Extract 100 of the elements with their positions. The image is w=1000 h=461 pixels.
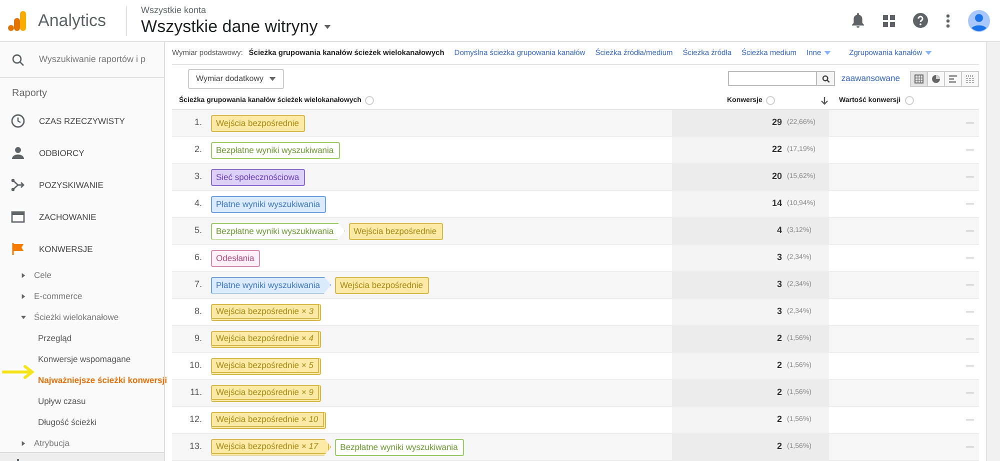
channel-tag: Bezpłatne wyniki wyszukiwania: [211, 142, 340, 158]
collapsed-triangle-icon[interactable]: [21, 441, 26, 446]
table-filter-field[interactable]: [728, 71, 818, 86]
table-cell: —: [966, 441, 974, 453]
help-icon: [904, 96, 914, 106]
row-number: 1.: [193, 116, 202, 130]
channel-tag: Wejścia bezpośrednie × 4: [211, 330, 322, 348]
analytics-logo-icon: [8, 10, 26, 30]
property-selector[interactable]: Wszystkie dane witryny: [141, 18, 331, 35]
channel-tag: Wejścia bezpośrednie × 10: [211, 412, 326, 428]
row-number: 13.: [188, 440, 202, 454]
collapsed-triangle-icon[interactable]: [21, 294, 26, 299]
conversion-count: 14: [772, 197, 782, 210]
channel-tag: Wejścia bezpośrednie: [348, 222, 443, 240]
table-view-button[interactable]: [910, 70, 928, 87]
caret-icon: [824, 50, 832, 55]
product-name: Analytics: [38, 10, 106, 32]
apps-grid-icon[interactable]: [883, 14, 895, 26]
channel-tag: Wejścia bezpośrednie: [334, 276, 429, 294]
channel-tag: Sieć społecznościowa: [211, 168, 306, 186]
channel-tag: Wejścia bezpośrednie × 5: [211, 358, 322, 374]
conversion-count: 3: [776, 251, 782, 264]
row-number: 8.: [193, 305, 202, 318]
more-options-icon[interactable]: [946, 14, 950, 28]
nav-item[interactable]: Konwersje wspomagane: [38, 353, 131, 366]
channel-tag: Bezpłatne wyniki wyszukiwania: [335, 438, 464, 456]
table-cell: —: [966, 171, 974, 183]
comparison-view-icon: [965, 74, 975, 84]
notification-bell-icon[interactable]: [851, 13, 865, 28]
conversion-count: 29: [772, 116, 782, 130]
channel-tag: Płatne wyniki wyszukiwania: [211, 276, 331, 294]
search-icon: [822, 74, 830, 83]
nav-section[interactable]: ODBIORCY: [39, 146, 84, 160]
scrollbar[interactable]: [986, 42, 1000, 461]
nav-section[interactable]: ZACHOWANIE: [39, 210, 96, 224]
report-search-field[interactable]: Wyszukiwanie raportów i p: [39, 52, 149, 66]
conversion-count: 2: [776, 413, 782, 426]
table-cell: —: [966, 414, 974, 426]
caret-icon: [268, 76, 276, 81]
nav-item[interactable]: E-commerce: [34, 290, 82, 303]
help-icon: [766, 96, 776, 106]
row-number: 11.: [189, 386, 202, 400]
secondary-dimension-dropdown[interactable]: Wymiar dodatkowy: [188, 68, 284, 89]
pie-chart-button[interactable]: [927, 70, 945, 87]
row-number: 2.: [193, 143, 202, 156]
conversion-count: 3: [776, 305, 782, 318]
row-number: 9.: [193, 332, 202, 346]
section-title: Raporty: [12, 87, 48, 101]
avatar-icon[interactable]: [968, 10, 990, 32]
row-number: 4.: [193, 197, 202, 210]
sort-descending-icon[interactable]: [821, 96, 828, 105]
channel-tag: Płatne wyniki wyszukiwania: [211, 196, 326, 212]
conversion-count: 2: [776, 359, 782, 372]
row-number: 12.: [188, 413, 202, 426]
row-number: 10.: [188, 359, 202, 372]
nav-item[interactable]: Długość ścieżki: [38, 416, 97, 429]
conversion-count: 2: [776, 440, 782, 454]
row-number: 7.: [193, 278, 202, 292]
nav-item[interactable]: Atrybucja: [34, 437, 70, 450]
table-cell: —: [966, 117, 974, 129]
highlight-arrow-icon: [2, 365, 36, 379]
channel-tag: Wejścia bezpośrednie × 3: [211, 304, 322, 320]
channel-tag: Wejścia bezpośrednie: [211, 114, 305, 132]
help-icon: [365, 96, 374, 106]
table-cell: —: [966, 306, 974, 318]
nav-section[interactable]: KONWERSJE: [39, 242, 93, 256]
pie-chart-icon: [931, 74, 941, 84]
help-icon[interactable]: [913, 13, 928, 28]
bar-view-button[interactable]: [944, 70, 962, 87]
row-number: 5.: [193, 224, 202, 238]
nav-item[interactable]: Ścieżki wielokanałowe: [34, 311, 119, 324]
nav-item[interactable]: Upływ czasu: [38, 395, 86, 408]
table-cell: —: [966, 387, 974, 399]
table-cell: —: [966, 252, 974, 264]
table-view-icon: [914, 74, 924, 84]
advanced-link[interactable]: zaawansowane: [841, 72, 900, 85]
comparison-view-button[interactable]: [961, 70, 979, 87]
nav-item[interactable]: Przegląd: [38, 332, 72, 345]
table-cell: —: [966, 360, 974, 372]
channel-tag: Wejścia bezpośrednie × 17: [211, 438, 332, 456]
conversion-count: 3: [776, 278, 782, 292]
conversion-count: 22: [772, 143, 782, 156]
conversion-count: 20: [772, 170, 782, 184]
conversion-count: 2: [776, 332, 782, 346]
bar-view-icon: [948, 74, 958, 84]
table-cell: —: [966, 198, 974, 210]
channel-tag: Wejścia bezpośrednie × 9: [211, 384, 322, 402]
channel-tag: Bezpłatne wyniki wyszukiwania: [211, 222, 345, 240]
nav-item[interactable]: Cele: [34, 269, 52, 282]
nav-section[interactable]: CZAS RZECZYWISTY: [39, 114, 125, 128]
table-cell: —: [966, 333, 974, 345]
row-number: 6.: [193, 251, 202, 264]
search-button[interactable]: [817, 71, 836, 86]
row-number: 3.: [193, 170, 202, 184]
table-cell: —: [966, 279, 974, 291]
caret-icon: [925, 50, 932, 55]
expanded-triangle-icon[interactable]: [21, 315, 26, 320]
collapsed-triangle-icon[interactable]: [21, 273, 26, 278]
table-cell: —: [966, 144, 974, 156]
nav-section[interactable]: POZYSKIWANIE: [39, 178, 104, 192]
